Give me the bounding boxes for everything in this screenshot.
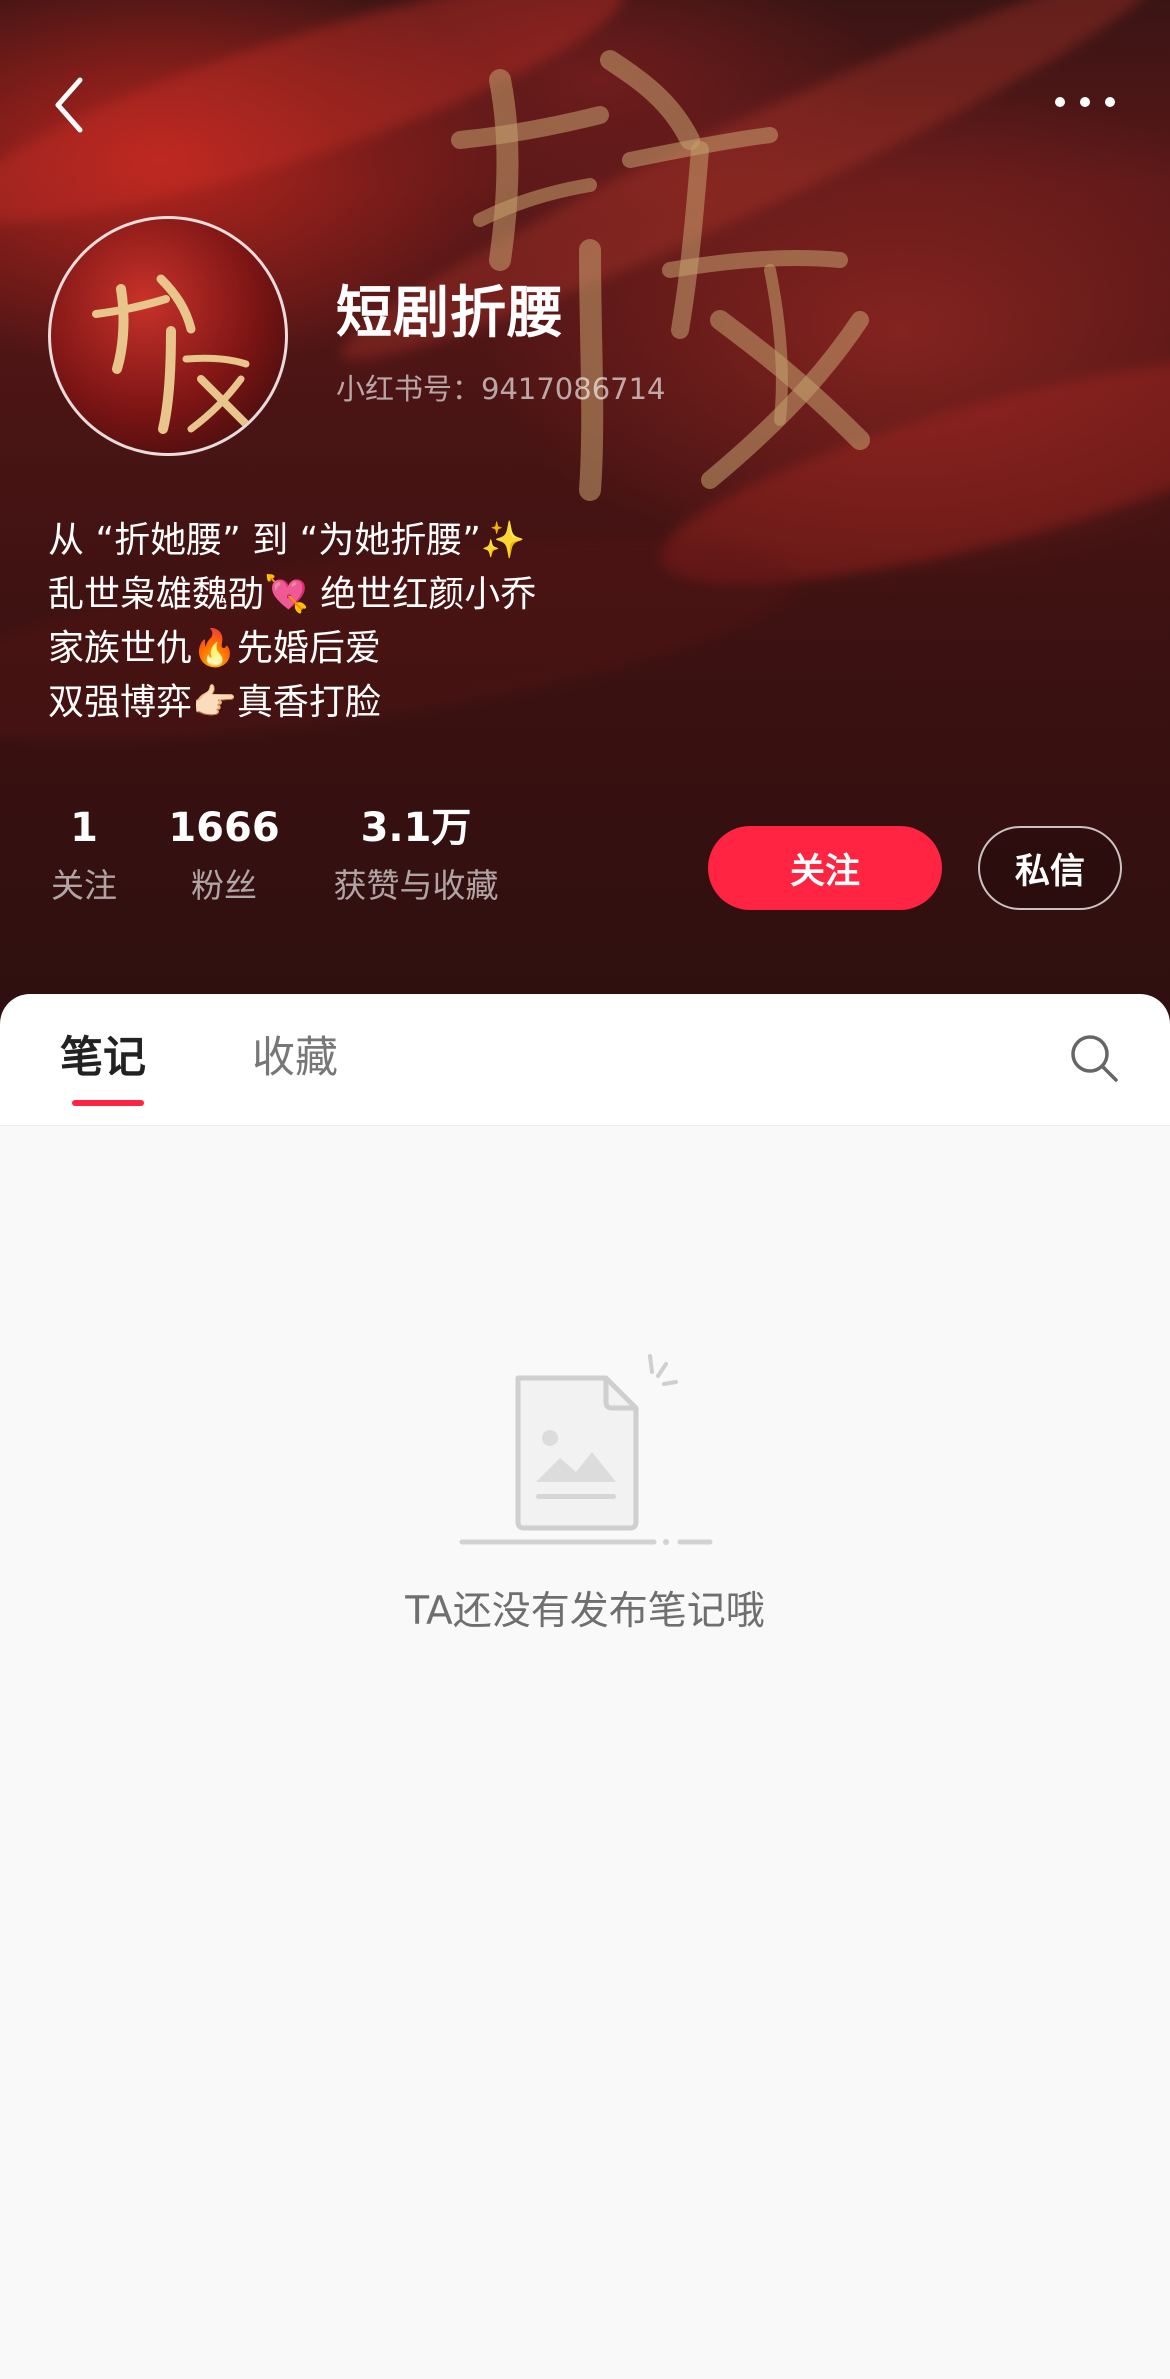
followers-count: 1666 [168,805,280,851]
bio-line: 家族世仇🔥先婚后爱 [48,628,381,669]
back-icon[interactable] [44,70,94,140]
avatar-artwork [92,274,250,434]
following-count: 1 [70,805,98,851]
bio-line: 从 “折她腰” 到 “为她折腰”✨ [48,520,526,561]
following-label: 关注 [51,866,117,905]
followers-stat[interactable]: 1666 粉丝 [166,800,282,916]
likes-label: 获赞与收藏 [333,866,499,905]
bio: 从 “折她腰” 到 “为她折腰”✨ 乱世枭雄魏劭💘 绝世红颜小乔 家族世仇🔥先婚… [48,514,1128,730]
following-stat[interactable]: 1 关注 [48,800,120,916]
bio-line: 双强博弈👉🏻真香打脸 [48,682,381,723]
active-tab-indicator [72,1100,144,1106]
more-icon[interactable] [1050,90,1120,114]
likes-stat[interactable]: 3.1万 获赞与收藏 [326,800,506,916]
search-icon[interactable] [1066,1030,1122,1086]
avatar[interactable] [48,216,288,456]
followers-label: 粉丝 [191,866,257,905]
bio-line: 乱世枭雄魏劭💘 绝世红颜小乔 [48,574,537,615]
likes-count: 3.1万 [360,805,472,851]
tab-collections[interactable]: 收藏 [252,1028,338,1088]
tab-notes[interactable]: 笔记 [60,1028,146,1088]
message-button[interactable]: 私信 [978,826,1122,910]
empty-notes-icon [459,1354,713,1545]
follow-button[interactable]: 关注 [708,826,942,910]
display-name: 短剧折腰 [336,281,564,346]
tab-bar: 笔记 收藏 [0,994,1170,1126]
empty-state-message: TA还没有发布笔记哦 [405,1589,765,1634]
account-id: 小红书号：9417086714 [336,372,666,406]
